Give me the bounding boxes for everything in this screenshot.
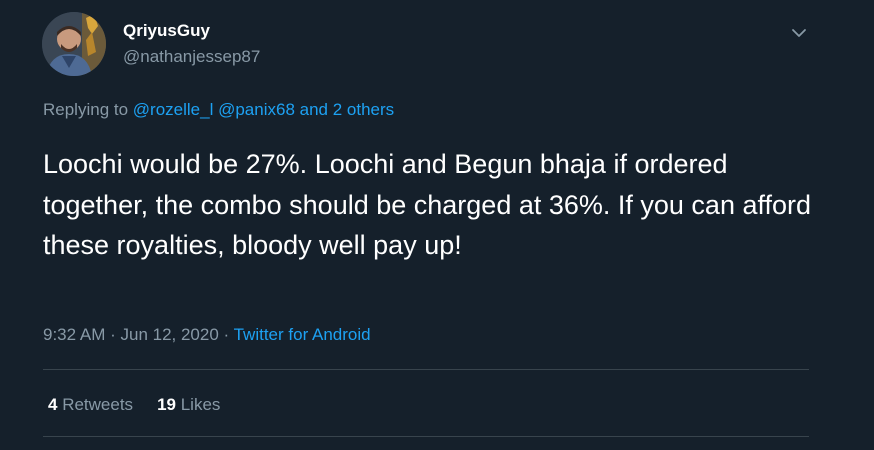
tweet-detail: QriyusGuy @nathanjessep87 Replying to @r… bbox=[0, 0, 874, 450]
chevron-down-icon[interactable] bbox=[788, 22, 810, 44]
profile-photo bbox=[42, 12, 106, 76]
engagement-stats: 4 Retweets 19 Likes bbox=[48, 395, 220, 415]
meta-separator-1: · bbox=[105, 325, 121, 344]
mention-joiner: and bbox=[294, 100, 333, 119]
retweets-stat[interactable]: 4 Retweets bbox=[48, 395, 133, 414]
display-name[interactable]: QriyusGuy bbox=[123, 21, 210, 41]
avatar[interactable] bbox=[42, 12, 106, 76]
mention-others[interactable]: 2 others bbox=[333, 100, 394, 119]
tweet-text: Loochi would be 27%. Loochi and Begun bh… bbox=[43, 149, 812, 260]
tweet-meta: 9:32 AM · Jun 12, 2020 · Twitter for And… bbox=[43, 325, 371, 345]
mention-rozelle[interactable]: @rozelle_l bbox=[133, 100, 214, 119]
likes-count: 19 bbox=[157, 395, 176, 414]
replying-prefix: Replying to bbox=[43, 100, 133, 119]
divider bbox=[43, 369, 809, 370]
tweet-time[interactable]: 9:32 AM bbox=[43, 325, 105, 344]
divider bbox=[43, 436, 809, 437]
user-handle[interactable]: @nathanjessep87 bbox=[123, 47, 260, 67]
likes-stat[interactable]: 19 Likes bbox=[157, 395, 220, 414]
tweet-source[interactable]: Twitter for Android bbox=[234, 325, 371, 344]
likes-label: Likes bbox=[175, 395, 221, 414]
tweet-date[interactable]: Jun 12, 2020 bbox=[120, 325, 218, 344]
meta-separator-2: · bbox=[218, 325, 234, 344]
mention-panix68[interactable]: @panix68 bbox=[218, 100, 295, 119]
replying-to: Replying to @rozelle_l @panix68 and 2 ot… bbox=[43, 100, 394, 120]
retweets-label: Retweets bbox=[57, 395, 134, 414]
